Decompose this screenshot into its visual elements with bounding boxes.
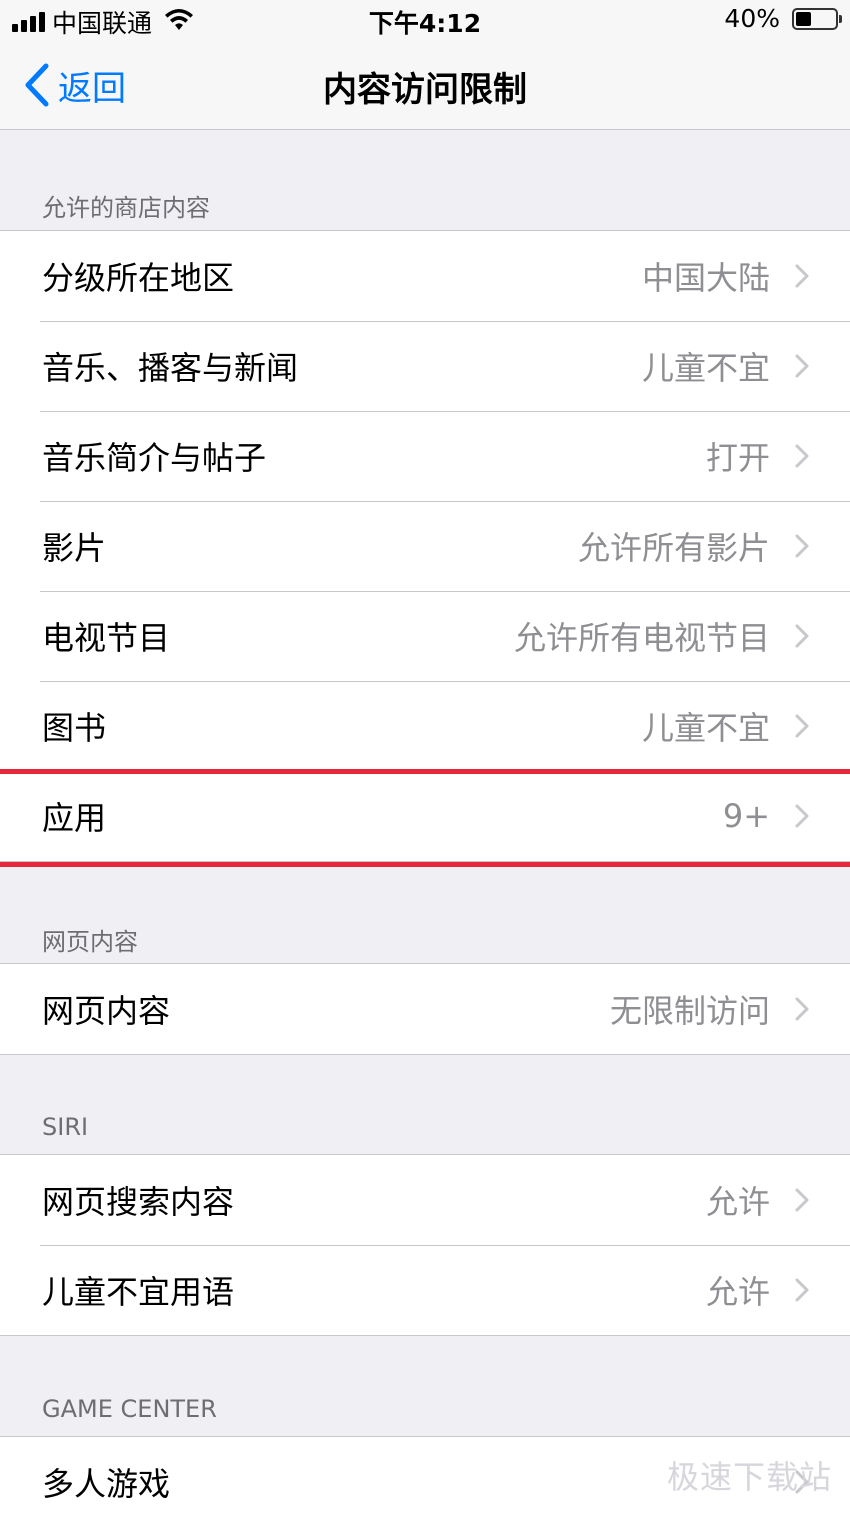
highlight-top-line <box>0 769 850 774</box>
siri-group: 网页搜索内容 允许 儿童不宜用语 允许 <box>0 1154 850 1336</box>
row-label: 网页内容 <box>42 992 171 1030</box>
row-music-profiles-posts[interactable]: 音乐简介与帖子 打开 <box>0 411 850 501</box>
chevron-right-icon <box>795 1278 809 1302</box>
battery-percent: 40% <box>724 4 780 33</box>
section-header-web-content: 网页内容 <box>42 928 138 956</box>
row-label: 音乐、播客与新闻 <box>42 349 299 387</box>
row-label: 分级所在地区 <box>42 259 235 297</box>
chevron-right-icon <box>795 534 809 558</box>
chevron-right-icon <box>795 444 809 468</box>
row-value: 中国大陆 <box>641 259 770 297</box>
row-web-content[interactable]: 网页内容 无限制访问 <box>0 964 850 1054</box>
clock: 下午4:12 <box>368 9 482 38</box>
row-value: 打开 <box>705 439 770 477</box>
row-music-podcasts-news[interactable]: 音乐、播客与新闻 儿童不宜 <box>0 321 850 411</box>
row-rating-region[interactable]: 分级所在地区 中国大陆 <box>0 231 850 321</box>
row-value: 允许 <box>705 1183 770 1221</box>
chevron-right-icon <box>795 354 809 378</box>
store-content-group: 分级所在地区 中国大陆 音乐、播客与新闻 儿童不宜 音乐简介与帖子 打开 影片 … <box>0 230 850 862</box>
row-value: 允许所有影片 <box>577 529 770 567</box>
row-label: 音乐简介与帖子 <box>42 439 267 477</box>
section-header-game-center: GAME CENTER <box>42 1395 217 1423</box>
row-label: 网页搜索内容 <box>42 1183 235 1221</box>
row-explicit-language[interactable]: 儿童不宜用语 允许 <box>0 1245 850 1335</box>
battery-icon <box>792 8 842 30</box>
chevron-right-icon <box>795 624 809 648</box>
row-label: 儿童不宜用语 <box>42 1273 235 1311</box>
row-label: 应用 <box>42 799 107 837</box>
row-label: 图书 <box>42 709 107 747</box>
row-web-search-content[interactable]: 网页搜索内容 允许 <box>0 1155 850 1245</box>
status-bar: 中国联通 下午4:12 40% <box>0 0 850 40</box>
battery-fill <box>796 12 811 26</box>
web-content-group: 网页内容 无限制访问 <box>0 963 850 1055</box>
row-movies[interactable]: 影片 允许所有影片 <box>0 501 850 591</box>
chevron-right-icon <box>795 804 809 828</box>
chevron-right-icon <box>795 264 809 288</box>
row-books[interactable]: 图书 儿童不宜 <box>0 681 850 771</box>
section-header-store-content: 允许的商店内容 <box>42 194 210 222</box>
row-value: 允许所有电视节目 <box>513 619 770 657</box>
row-label: 影片 <box>42 529 107 567</box>
chevron-right-icon <box>795 997 809 1021</box>
section-header-siri: SIRI <box>42 1113 89 1141</box>
row-value: 儿童不宜 <box>641 349 770 387</box>
row-value: 允许 <box>705 1273 770 1311</box>
highlight-bottom-line <box>0 862 850 867</box>
page-title: 内容访问限制 <box>323 70 527 110</box>
row-value: 9+ <box>722 797 770 835</box>
navigation-bar: 返回 内容访问限制 <box>0 40 850 130</box>
row-label: 多人游戏 <box>42 1465 171 1503</box>
chevron-right-icon <box>795 714 809 738</box>
row-label: 电视节目 <box>42 619 171 657</box>
row-apps[interactable]: 应用 9+ <box>0 771 850 861</box>
row-tv-shows[interactable]: 电视节目 允许所有电视节目 <box>0 591 850 681</box>
chevron-right-icon <box>795 1188 809 1212</box>
row-value: 无限制访问 <box>609 992 770 1030</box>
watermark: 极速下载站 <box>666 1458 832 1496</box>
row-value: 儿童不宜 <box>641 709 770 747</box>
